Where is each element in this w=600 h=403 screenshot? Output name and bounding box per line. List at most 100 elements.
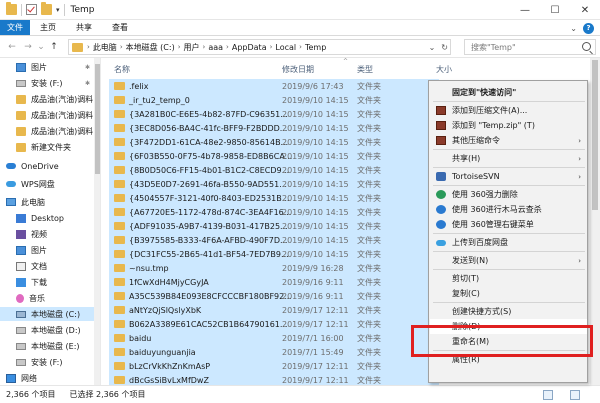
file-row[interactable]: A35C539B84E093E8CFCCCBF180BF92... 2019/9/… <box>109 289 439 303</box>
menu-item[interactable]: 固定到"快速访问" <box>430 85 587 100</box>
file-row[interactable]: {A67720E5-1172-478d-874C-3EA4F16... 2019/… <box>109 205 439 219</box>
menu-item[interactable]: 其他压缩命令 › <box>430 133 587 148</box>
tab-home[interactable]: 主页 <box>30 20 66 35</box>
downloads-icon <box>16 277 26 287</box>
nav-item-drive-e[interactable]: 本地磁盘 (E:) <box>0 339 94 353</box>
breadcrumb-aaa[interactable]: aaa <box>208 43 223 52</box>
address-dropdown-icon[interactable]: ⌄ <box>429 43 436 52</box>
nav-item-drive-f[interactable]: 安装 (F:) <box>0 355 94 369</box>
forward-button[interactable]: → <box>20 38 36 56</box>
file-row[interactable]: {4504557F-3121-40f0-8403-ED2531B... 2019/… <box>109 191 439 205</box>
file-row[interactable]: {6F03B550-0F75-4b78-9858-ED8B6CA... 2019/… <box>109 149 439 163</box>
pc-icon <box>6 198 16 206</box>
breadcrumb-this-pc[interactable]: 此电脑 <box>93 42 117 53</box>
nav-item-new-folder[interactable]: 新建文件夹 <box>0 140 94 154</box>
file-row[interactable]: {8B0D50C6-FF15-4b01-B1C2-C8ECD9... 2019/9… <box>109 163 439 177</box>
nav-item-folder-oil-1[interactable]: 成品油(汽油)调料 <box>0 92 94 106</box>
close-button[interactable]: ✕ <box>570 0 600 20</box>
column-type[interactable]: 类型 <box>357 64 373 75</box>
new-folder-icon[interactable] <box>41 2 52 15</box>
column-size[interactable]: 大小 <box>436 64 452 75</box>
file-row[interactable]: .felix 2019/9/6 17:43 文件夹 <box>109 79 439 93</box>
menu-item[interactable]: 剪切(T) <box>430 271 587 286</box>
up-button[interactable]: ↑ <box>46 38 62 56</box>
column-name[interactable]: 名称 <box>114 64 130 75</box>
breadcrumb-users[interactable]: 用户 <box>184 42 200 53</box>
expand-ribbon-icon[interactable]: ⌄ <box>570 24 577 33</box>
tab-share[interactable]: 共享 <box>66 20 102 35</box>
minimize-button[interactable]: — <box>510 0 540 20</box>
file-row[interactable]: aNtYzQjSlQslyXbK 2019/9/17 12:11 文件夹 <box>109 303 439 317</box>
menu-item[interactable]: 创建快捷方式(S) <box>430 304 587 319</box>
file-row[interactable]: {43D5E0D7-2691-46fa-B550-9AD551... 2019/9… <box>109 177 439 191</box>
file-row[interactable]: bLzCrVkKhZnKmAsP 2019/9/17 12:11 文件夹 <box>109 359 439 373</box>
menu-item[interactable]: 共享(H) › <box>430 151 587 166</box>
nav-item-music[interactable]: 音乐 <box>0 291 94 305</box>
menu-item[interactable]: 上传到百度网盘 <box>430 235 587 250</box>
menu-item-label: 发送到(N) <box>452 256 489 265</box>
back-button[interactable]: ← <box>4 38 20 56</box>
nav-item-label: 安装 (F:) <box>31 78 63 88</box>
list-scrollbar-thumb[interactable] <box>592 60 598 210</box>
properties-icon[interactable] <box>26 4 37 15</box>
menu-item[interactable]: 添加到 "Temp.zip" (T) <box>430 118 587 133</box>
nav-item-desktop[interactable]: Desktop <box>0 211 94 225</box>
file-row[interactable]: ~nsu.tmp 2019/9/9 16:28 文件夹 <box>109 261 439 275</box>
tab-file[interactable]: 文件 <box>0 20 30 35</box>
file-row[interactable]: {ADF91035-A9B7-4139-B031-417B25... 2019/9… <box>109 219 439 233</box>
nav-item-videos[interactable]: 视频 <box>0 227 94 241</box>
column-date[interactable]: 修改日期 <box>282 64 314 75</box>
nav-item-network[interactable]: 网络 <box>0 371 94 385</box>
file-type: 文件夹 <box>357 165 381 175</box>
breadcrumb-drive-c[interactable]: 本地磁盘 (C:) <box>126 42 175 53</box>
large-icons-view-icon[interactable] <box>570 390 580 400</box>
file-row[interactable]: {DC31FC55-2B65-41d1-BF54-7ED7B9... 2019/9… <box>109 247 439 261</box>
menu-item[interactable]: 使用 360管理右键菜单 <box>430 217 587 232</box>
nav-item-documents[interactable]: 文档 <box>0 259 94 273</box>
menu-item[interactable]: TortoiseSVN › <box>430 169 587 184</box>
file-date: 2019/9/10 14:15 <box>282 151 349 161</box>
menu-item[interactable]: 使用 360强力删除 <box>430 187 587 202</box>
nav-item-folder-oil-3[interactable]: 成品油(汽油)调料 <box>0 124 94 138</box>
breadcrumb-local[interactable]: Local <box>275 43 296 52</box>
file-row[interactable]: {3F472DD1-61CA-48e2-9850-85614B... 2019/9… <box>109 135 439 149</box>
search-input[interactable]: 搜索"Temp" <box>464 39 596 55</box>
file-row[interactable]: {3EC8D056-BA4C-41fc-BFF9-F2BDDD... 2019/9… <box>109 121 439 135</box>
breadcrumb-appdata[interactable]: AppData <box>232 43 267 52</box>
nav-scrollbar-thumb[interactable] <box>95 64 100 174</box>
file-row[interactable]: baiduyunguanjia 2019/7/1 15:49 文件夹 <box>109 345 439 359</box>
customize-qat-button[interactable]: ▾ <box>56 6 60 14</box>
details-view-icon[interactable] <box>543 390 553 400</box>
documents-icon <box>16 261 26 271</box>
address-bar[interactable]: › 此电脑 › 本地磁盘 (C:) › 用户 › aaa › AppData ›… <box>68 39 451 55</box>
file-row[interactable]: dBcGsSiBvLxMfDwZ 2019/9/17 12:11 文件夹 <box>109 373 439 385</box>
nav-item-onedrive[interactable]: OneDrive <box>0 159 94 173</box>
file-row[interactable]: {B3975585-B333-4F6A-AFBD-490F7D... 2019/9… <box>109 233 439 247</box>
nav-item-wps-cloud[interactable]: WPS网盘 <box>0 177 94 191</box>
nav-item-drive-d[interactable]: 本地磁盘 (D:) <box>0 323 94 337</box>
maximize-button[interactable]: ☐ <box>540 0 570 20</box>
file-row[interactable]: _ir_tu2_temp_0 2019/9/10 14:15 文件夹 <box>109 93 439 107</box>
file-row[interactable]: B062A3389E61CAC52CB1B64790161... 2019/9/1… <box>109 317 439 331</box>
nav-item-drive-c[interactable]: 本地磁盘 (C:) <box>0 307 94 321</box>
recent-locations-button[interactable]: ⌄ <box>36 38 46 56</box>
help-icon[interactable]: ? <box>583 22 594 34</box>
nav-item-pictures-quick[interactable]: 图片 ✱ <box>0 60 94 74</box>
nav-item-install-f-quick[interactable]: 安装 (F:) ✱ <box>0 76 94 90</box>
breadcrumb-temp[interactable]: Temp <box>305 43 326 52</box>
menu-item[interactable]: 发送到(N) › <box>430 253 587 268</box>
nav-item-this-pc[interactable]: 此电脑 <box>0 195 94 209</box>
tab-view[interactable]: 查看 <box>102 20 138 35</box>
file-row[interactable]: {3A281B0C-E6E5-4b82-87FD-C96351... 2019/9… <box>109 107 439 121</box>
file-type: 文件夹 <box>357 319 381 329</box>
refresh-icon[interactable]: ↻ <box>441 43 448 52</box>
file-row[interactable]: 1fCwXdH4MjyCGyJA 2019/9/16 9:11 文件夹 <box>109 275 439 289</box>
nav-item-folder-oil-2[interactable]: 成品油(汽油)调料 <box>0 108 94 122</box>
menu-item[interactable]: 使用 360进行木马云查杀 <box>430 202 587 217</box>
nav-item-pictures[interactable]: 图片 <box>0 243 94 257</box>
menu-item[interactable]: 复制(C) <box>430 286 587 301</box>
nav-item-downloads[interactable]: 下载 <box>0 275 94 289</box>
file-row[interactable]: baidu 2019/7/1 16:00 文件夹 <box>109 331 439 345</box>
nav-scrollbar[interactable] <box>94 58 100 385</box>
menu-item[interactable]: 添加到压缩文件(A)... <box>430 103 587 118</box>
